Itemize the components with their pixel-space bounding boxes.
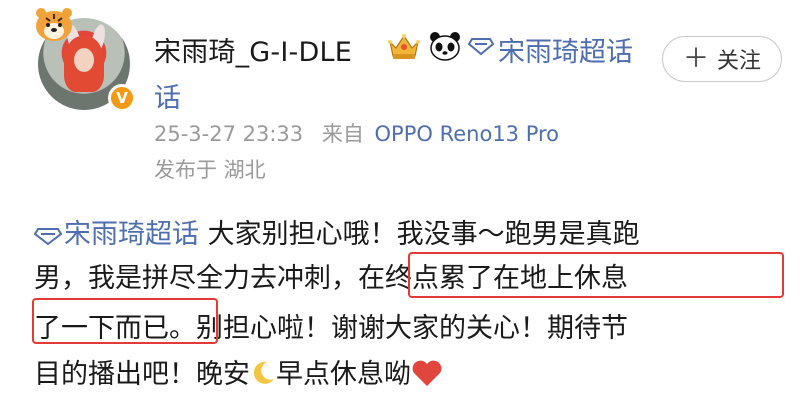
post-topic-label: 宋雨琦超话 (64, 219, 199, 250)
avatar-face (74, 48, 94, 72)
crescent-moon-icon (253, 361, 274, 384)
verified-v-icon: V (108, 84, 136, 112)
post-text: 早点休息呦 (276, 359, 411, 390)
post-topic-tag[interactable]: 宋雨琦超话 (34, 219, 199, 250)
username[interactable]: 宋雨琦_G-I-DLE (154, 30, 352, 69)
crown-badge-icon[interactable] (384, 30, 424, 62)
post-location: 发布于 湖北 (154, 158, 266, 182)
panda-icon (430, 32, 460, 61)
diamond-chaohua-icon (34, 227, 62, 245)
highlight-box (32, 298, 218, 344)
user-badges (384, 30, 494, 62)
post-line-1: 宋雨琦超话 大家别担心哦！我没事～跑男是真跑 (34, 212, 794, 251)
diamond-chaohua-icon (468, 38, 494, 55)
red-heart-icon (412, 360, 442, 386)
post-line-4: 目的播出吧！晚安 早点休息呦 (34, 352, 794, 391)
highlight-box (408, 252, 784, 298)
topic-link[interactable]: 宋雨琦超话 (498, 30, 633, 69)
tiger-icon (36, 8, 72, 41)
follow-button[interactable]: ＋ 关注 (662, 36, 782, 82)
follow-label: 关注 (717, 49, 762, 74)
plus-icon: ＋ (682, 44, 709, 74)
post-text: 男，我是拼尽全力去冲刺， (34, 263, 358, 294)
post-text: 别担心啦！谢谢大家的关心！期待节 (196, 313, 628, 344)
post-timestamp: 25-3-27 23:33 (154, 122, 304, 146)
avatar-container[interactable]: V (32, 6, 140, 114)
device-link[interactable]: OPPO Reno13 Pro (375, 122, 560, 146)
post-meta: 25-3-27 23:33 来自 OPPO Reno13 Pro (154, 118, 559, 148)
source-prefix: 来自 (321, 122, 364, 146)
post-text: 目的播出吧！晚安 (34, 359, 250, 390)
topic-link-continued[interactable]: 话 (154, 76, 181, 115)
post-text: 大家别担心哦！我没事～跑男是真跑 (207, 219, 640, 250)
